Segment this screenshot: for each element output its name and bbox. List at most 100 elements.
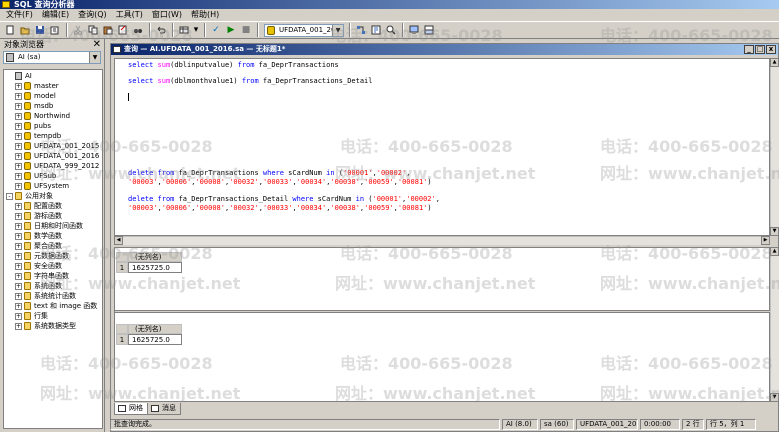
scroll-up-icon[interactable]: ▲ <box>770 247 779 256</box>
expand-icon[interactable]: + <box>15 153 22 160</box>
tree-item[interactable]: + 聚合函数 <box>4 241 102 251</box>
results-grid-pane[interactable]: (无列名) 1 1625725.0 (无列名) 1 1625725.0 <box>114 247 771 402</box>
tree-item[interactable]: + 元数据函数 <box>4 251 102 261</box>
tree-item[interactable]: + UFDATA_001_2016 <box>4 151 102 161</box>
chevron-down-icon[interactable]: ▾ <box>192 23 200 37</box>
database-select[interactable]: UFDATA_001_20 ▼ <box>264 23 344 37</box>
tree-item[interactable]: + 日期和时间函数 <box>4 221 102 231</box>
result-column-header[interactable]: (无列名) <box>128 252 182 262</box>
close-icon[interactable]: ✕ <box>93 39 101 51</box>
expand-icon[interactable]: + <box>15 303 22 310</box>
tree-item[interactable]: + tempdb <box>4 131 102 141</box>
expand-icon[interactable]: + <box>15 203 22 210</box>
expand-icon[interactable]: + <box>15 143 22 150</box>
expand-icon[interactable]: + <box>15 233 22 240</box>
tree-item[interactable]: + 数学函数 <box>4 231 102 241</box>
tree-item[interactable]: + 配置函数 <box>4 201 102 211</box>
result-cell[interactable]: 1625725.0 <box>128 334 182 345</box>
tree-item[interactable]: AI <box>4 71 102 81</box>
new-query-icon[interactable] <box>3 23 17 37</box>
expand-icon[interactable]: + <box>15 283 22 290</box>
sql-editor[interactable]: select sum(dblinputvalue) from fa_DeprTr… <box>114 58 770 236</box>
object-tree[interactable]: AI + master + model + msdb + Northwind + pubs + temp… <box>3 69 103 429</box>
expand-icon[interactable]: + <box>15 103 22 110</box>
tree-item[interactable]: + 行集 <box>4 311 102 321</box>
menu-file[interactable]: 文件(F) <box>6 9 33 20</box>
tree-item[interactable]: + 系统数据类型 <box>4 321 102 331</box>
save-icon[interactable] <box>33 23 47 37</box>
tree-item[interactable]: + UFDATA_999_2012 <box>4 161 102 171</box>
tree-item[interactable]: + 字符串函数 <box>4 271 102 281</box>
restore-button[interactable]: □ <box>755 45 765 54</box>
tree-item[interactable]: + UFSub <box>4 171 102 181</box>
parse-query-icon[interactable]: ✓ <box>209 23 223 37</box>
tree-item[interactable]: + master <box>4 81 102 91</box>
find-icon[interactable] <box>131 23 145 37</box>
expand-icon[interactable]: + <box>15 183 22 190</box>
expand-icon[interactable]: + <box>15 173 22 180</box>
tab-messages[interactable]: 消息 <box>147 403 181 415</box>
results-vertical-scrollbar[interactable]: ▲ ▼ <box>770 247 779 402</box>
scroll-down-icon[interactable]: ▼ <box>770 227 779 236</box>
tree-item[interactable]: + 系统函数 <box>4 281 102 291</box>
object-search-icon[interactable] <box>384 23 398 37</box>
clear-window-icon[interactable] <box>116 23 130 37</box>
result-cell[interactable]: 1625725.0 <box>128 262 182 273</box>
insert-template-icon[interactable] <box>48 23 62 37</box>
undo-icon[interactable] <box>154 23 168 37</box>
editor-horizontal-scrollbar[interactable]: ◀ ▶ <box>114 236 770 245</box>
expand-icon[interactable]: + <box>15 123 22 130</box>
results-splitter[interactable] <box>115 310 771 313</box>
tab-grid[interactable]: 网格 <box>114 403 148 415</box>
close-button[interactable]: x <box>766 45 776 54</box>
menu-help[interactable]: 帮助(H) <box>191 9 219 20</box>
scroll-up-icon[interactable]: ▲ <box>770 58 779 67</box>
tree-item[interactable]: - 公用对象 <box>4 191 102 201</box>
menu-query[interactable]: 查询(Q) <box>78 9 107 20</box>
tree-item[interactable]: + UFDATA_001_2015 <box>4 141 102 151</box>
execute-query-icon[interactable]: ▶ <box>224 23 238 37</box>
tree-item[interactable]: + model <box>4 91 102 101</box>
result-column-header[interactable]: (无列名) <box>128 324 182 334</box>
results-mode-icon[interactable] <box>177 23 191 37</box>
scroll-left-icon[interactable]: ◀ <box>114 236 123 245</box>
tree-item[interactable]: + msdb <box>4 101 102 111</box>
tree-item[interactable]: + 游标函数 <box>4 211 102 221</box>
show-results-pane-icon[interactable] <box>422 23 436 37</box>
expand-icon[interactable]: + <box>15 313 22 320</box>
expand-icon[interactable]: + <box>15 243 22 250</box>
expand-icon[interactable]: + <box>15 273 22 280</box>
editor-vertical-scrollbar[interactable]: ▲ ▼ <box>770 58 779 236</box>
expand-icon[interactable]: + <box>15 293 22 300</box>
expand-icon[interactable]: + <box>15 213 22 220</box>
tree-item[interactable]: + Northwind <box>4 111 102 121</box>
menu-edit[interactable]: 编辑(E) <box>42 9 69 20</box>
menu-tools[interactable]: 工具(T) <box>116 9 143 20</box>
expand-icon[interactable]: + <box>15 113 22 120</box>
expand-icon[interactable]: + <box>15 223 22 230</box>
expand-icon[interactable]: + <box>15 323 22 330</box>
expand-icon[interactable]: + <box>15 253 22 260</box>
expand-icon[interactable]: + <box>15 93 22 100</box>
server-select[interactable]: AI (sa) ▼ <box>3 51 101 64</box>
tree-item[interactable]: + UFSystem <box>4 181 102 191</box>
scroll-down-icon[interactable]: ▼ <box>770 393 779 402</box>
tree-item[interactable]: + pubs <box>4 121 102 131</box>
cut-icon[interactable] <box>71 23 85 37</box>
scroll-right-icon[interactable]: ▶ <box>761 236 770 245</box>
chevron-down-icon[interactable]: ▼ <box>332 24 343 36</box>
chevron-down-icon[interactable]: ▼ <box>89 52 100 63</box>
open-folder-icon[interactable] <box>18 23 32 37</box>
object-browser-icon[interactable] <box>369 23 383 37</box>
cancel-query-icon[interactable]: ■ <box>239 23 253 37</box>
tree-item[interactable]: + 系统统计函数 <box>4 291 102 301</box>
menu-window[interactable]: 窗口(W) <box>152 9 182 20</box>
expand-icon[interactable]: + <box>15 83 22 90</box>
expand-icon[interactable]: + <box>15 133 22 140</box>
copy-icon[interactable] <box>86 23 100 37</box>
paste-icon[interactable] <box>101 23 115 37</box>
expand-icon[interactable]: + <box>15 163 22 170</box>
minimize-button[interactable]: _ <box>744 45 754 54</box>
execution-plan-icon[interactable] <box>354 23 368 37</box>
tree-item[interactable]: + 安全函数 <box>4 261 102 271</box>
